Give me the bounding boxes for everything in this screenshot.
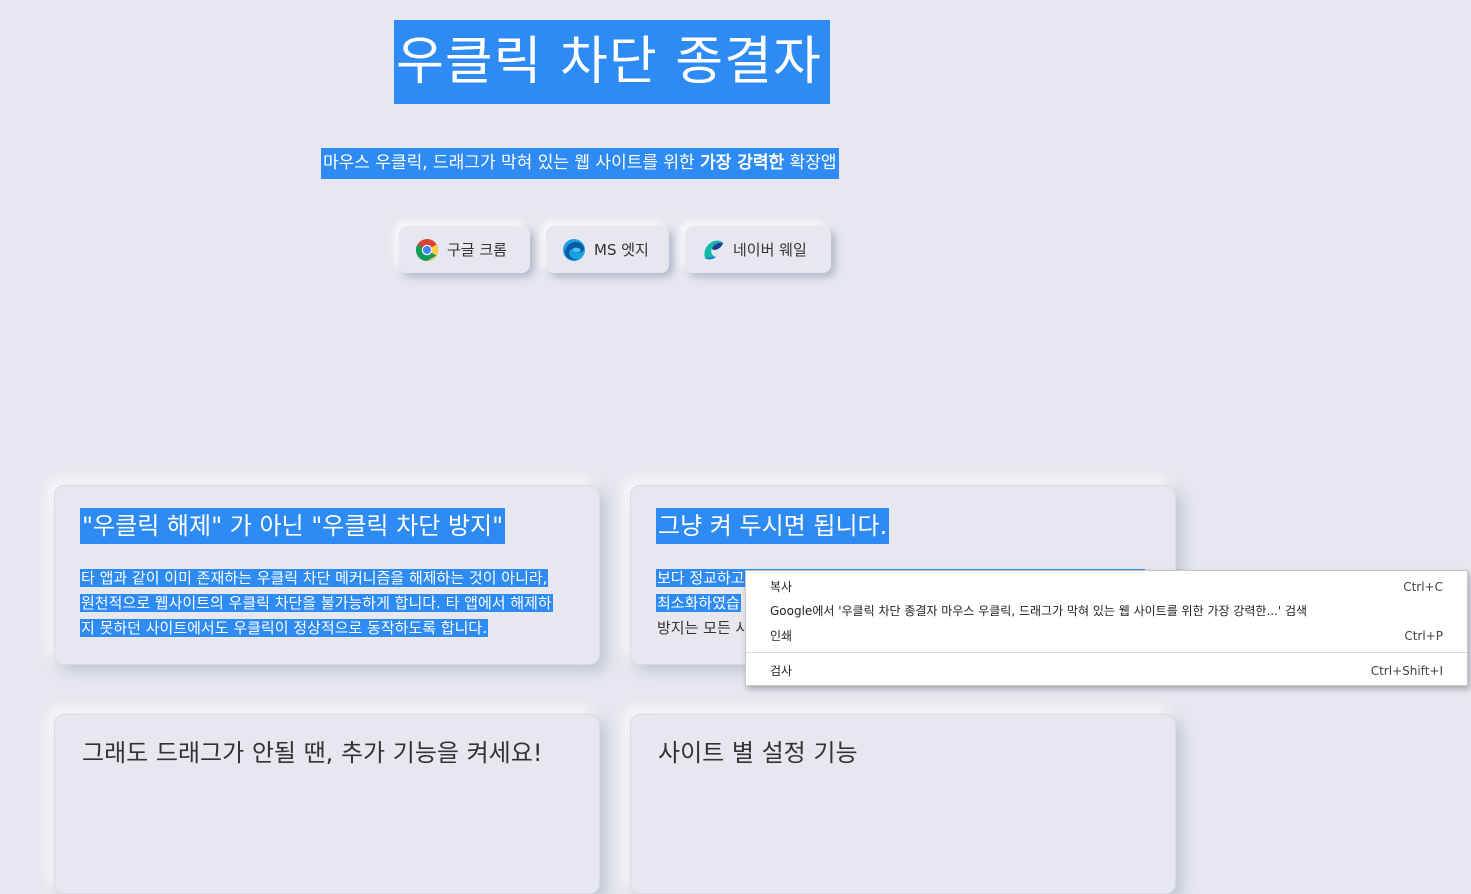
card-title: "우클릭 해제" 가 아닌 "우클릭 차단 방지" bbox=[80, 508, 506, 544]
chrome-label: 구글 크롬 bbox=[447, 241, 507, 259]
card-title: 사이트 별 설정 기능 bbox=[658, 739, 858, 767]
feature-card-site-settings: 사이트 별 설정 기능 bbox=[630, 714, 1176, 894]
card-body-line: 타 앱과 같이 이미 존재하는 우클릭 차단 메커니즘을 해제하는 것이 아니라… bbox=[80, 569, 549, 587]
menu-item-label: 인쇄 bbox=[770, 629, 793, 643]
context-menu: 복사 Ctrl+C Google에서 '우클릭 차단 종결자 마우스 우클릭, … bbox=[745, 570, 1468, 686]
card-title: 그냥 켜 두시면 됩니다. bbox=[656, 508, 890, 544]
chrome-icon bbox=[415, 238, 439, 262]
page-title: 우클릭 차단 종결자 bbox=[394, 20, 830, 104]
card-body-line: 지 못하던 사이트에서도 우클릭이 정상적으로 동작하도록 합니다. bbox=[80, 619, 488, 637]
chrome-store-button[interactable]: 구글 크롬 bbox=[399, 226, 530, 273]
context-menu-inspect[interactable]: 검사 Ctrl+Shift+I bbox=[746, 659, 1467, 683]
whale-label: 네이버 웨일 bbox=[733, 241, 807, 259]
context-menu-copy[interactable]: 복사 Ctrl+C bbox=[746, 575, 1467, 599]
card-body-line: 최소화하였습 bbox=[656, 594, 741, 612]
subtitle-emphasis: 가장 강력한 bbox=[700, 153, 785, 173]
menu-item-shortcut: Ctrl+P bbox=[1404, 629, 1443, 643]
feature-card-extra-function: 그래도 드래그가 안될 땐, 추가 기능을 켜세요! bbox=[54, 714, 600, 894]
subtitle-text: 마우스 우클릭, 드래그가 막혀 있는 웹 사이트를 위한 bbox=[323, 153, 701, 173]
menu-separator bbox=[746, 652, 1467, 653]
whale-store-button[interactable]: 네이버 웨일 bbox=[685, 226, 831, 273]
menu-item-label: Google에서 '우클릭 차단 종결자 마우스 우클릭, 드래그가 막혀 있는… bbox=[770, 604, 1308, 618]
menu-item-shortcut: Ctrl+Shift+I bbox=[1370, 664, 1443, 678]
card-body: 타 앱과 같이 이미 존재하는 우클릭 차단 메커니즘을 해제하는 것이 아니라… bbox=[80, 566, 580, 641]
menu-item-shortcut: Ctrl+C bbox=[1403, 580, 1443, 594]
page-subtitle: 마우스 우클릭, 드래그가 막혀 있는 웹 사이트를 위한 가장 강력한 확장앱 bbox=[321, 148, 839, 179]
edge-label: MS 엣지 bbox=[594, 241, 649, 259]
edge-store-button[interactable]: MS 엣지 bbox=[546, 226, 669, 273]
context-menu-google-search[interactable]: Google에서 '우클릭 차단 종결자 마우스 우클릭, 드래그가 막혀 있는… bbox=[746, 599, 1467, 623]
menu-item-label: 검사 bbox=[770, 664, 793, 678]
subtitle-suffix: 확장앱 bbox=[784, 153, 837, 173]
card-body-line: 원천적으로 웹사이트의 우클릭 차단을 불가능하게 합니다. 타 앱에서 해제하 bbox=[80, 594, 553, 612]
card-title: 그래도 드래그가 안될 땐, 추가 기능을 켜세요! bbox=[82, 739, 543, 767]
context-menu-print[interactable]: 인쇄 Ctrl+P bbox=[746, 624, 1467, 648]
card-body-line: 방지는 모든 사 bbox=[657, 619, 750, 637]
edge-icon bbox=[562, 238, 586, 262]
menu-item-label: 복사 bbox=[770, 580, 793, 594]
whale-icon bbox=[701, 238, 725, 262]
feature-card-block-prevention: "우클릭 해제" 가 아닌 "우클릭 차단 방지" 타 앱과 같이 이미 존재하… bbox=[54, 485, 600, 665]
